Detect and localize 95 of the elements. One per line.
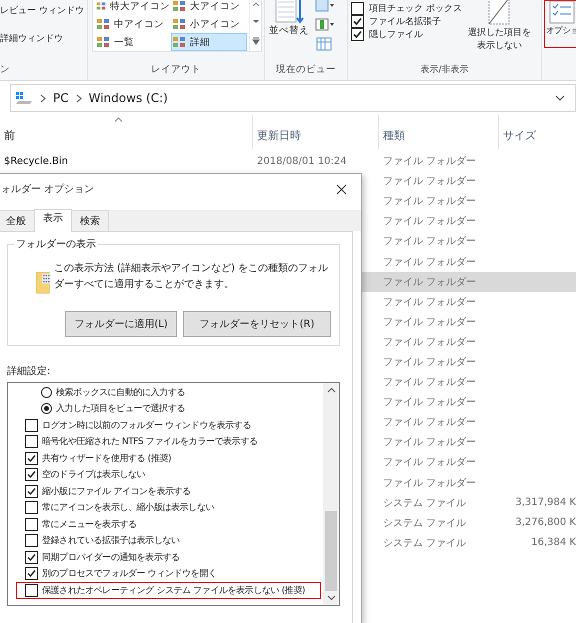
table-cell: $Recycle.Bin bbox=[4, 156, 68, 167]
setting-item[interactable]: 登録されている拡張子は表示しない bbox=[10, 532, 321, 549]
table-cell: ファイル フォルダー bbox=[383, 336, 476, 348]
checkbox[interactable] bbox=[351, 15, 364, 28]
section-label: 詳細設定: bbox=[7, 364, 52, 378]
checkbox[interactable] bbox=[25, 484, 38, 498]
breadcrumb[interactable]: PC bbox=[53, 91, 69, 105]
layout-option[interactable]: 一覧 bbox=[95, 33, 171, 51]
column-header[interactable]: 前 bbox=[0, 115, 253, 149]
ribbon-checkbox[interactable]: ファイル名拡張子 bbox=[351, 15, 462, 28]
setting-item[interactable]: 同期プロバイダーの通知を表示する bbox=[10, 549, 321, 566]
checkbox[interactable] bbox=[25, 435, 38, 448]
ribbon-checkbox[interactable]: 項目チェック ボックス bbox=[351, 2, 462, 15]
tab[interactable]: 検索 bbox=[71, 210, 109, 231]
table-cell: ファイル フォルダー bbox=[383, 156, 476, 168]
table-cell: ファイル フォルダー bbox=[383, 276, 476, 288]
layout-option[interactable]: 特大アイコン bbox=[95, 0, 171, 15]
table-cell: 3,317,984 K bbox=[515, 497, 576, 508]
checkbox[interactable] bbox=[25, 534, 38, 548]
scroll-up-icon[interactable] bbox=[252, 1, 260, 7]
setting-item[interactable]: 常にアイコンを表示し、縮小版は表示しない bbox=[10, 500, 321, 516]
layout-option[interactable]: 詳細 bbox=[171, 33, 247, 51]
view-icon bbox=[96, 18, 110, 30]
table-cell: システム ファイル bbox=[383, 518, 466, 529]
layout-option[interactable]: 大アイコン bbox=[171, 0, 247, 15]
dropdown-icon[interactable] bbox=[555, 95, 565, 101]
setting-item[interactable]: 常にメニューを表示する bbox=[10, 516, 321, 532]
dialog-button[interactable]: フォルダーに適用(L) bbox=[65, 311, 177, 337]
setting-item[interactable]: 検索ボックスに自動的に入力する bbox=[10, 384, 321, 400]
setting-item[interactable]: 暗号化や圧縮された NTFS ファイルをカラーで表示する bbox=[10, 434, 321, 450]
pc-icon bbox=[15, 91, 33, 105]
table-cell: ファイル フォルダー bbox=[383, 196, 476, 208]
scroll-up-icon[interactable] bbox=[326, 387, 336, 393]
scroll-down-icon[interactable] bbox=[326, 595, 336, 601]
setting-item[interactable]: 縮小版にファイル アイコンを表示する bbox=[10, 483, 321, 500]
window-title: ォルダー オプション bbox=[1, 182, 94, 196]
chevron-right-icon bbox=[40, 94, 46, 102]
close-icon[interactable] bbox=[336, 184, 347, 194]
setting-item[interactable]: 別のプロセスでフォルダー ウィンドウを開く bbox=[10, 566, 321, 582]
checkbox[interactable] bbox=[25, 567, 38, 580]
pane-option[interactable]: レビュー ウィンドウ bbox=[0, 4, 84, 18]
checkbox[interactable] bbox=[25, 418, 38, 432]
scrollbar[interactable] bbox=[323, 383, 339, 605]
checkbox[interactable] bbox=[25, 584, 38, 597]
table-cell: システム ファイル bbox=[383, 538, 466, 549]
pane-option[interactable]: 詳細ウィンドウ bbox=[0, 32, 63, 46]
column-header[interactable]: 更新日時 bbox=[253, 115, 379, 149]
checkbox[interactable] bbox=[351, 2, 364, 15]
checkbox[interactable] bbox=[25, 550, 38, 564]
view-icon bbox=[172, 18, 186, 30]
ribbon-checkbox[interactable]: 隠しファイル bbox=[351, 28, 462, 41]
setting-item[interactable]: ログオン時に以前のフォルダー ウィンドウを表示する bbox=[10, 417, 321, 434]
more-icon[interactable] bbox=[252, 37, 260, 45]
scroll-down-icon[interactable] bbox=[252, 19, 260, 25]
setting-item[interactable]: 入力した項目をビューで選択する bbox=[10, 400, 321, 417]
dialog-button[interactable]: フォルダーをリセット(R) bbox=[183, 311, 331, 337]
view-icon bbox=[172, 36, 186, 48]
view-icon bbox=[96, 0, 106, 12]
table-cell: ファイル フォルダー bbox=[383, 296, 476, 308]
radio-button[interactable] bbox=[41, 386, 52, 398]
setting-item[interactable]: 空のドライブは表示しない bbox=[10, 466, 321, 483]
checkbox[interactable] bbox=[25, 452, 38, 465]
group-title: フォルダーの表示 bbox=[14, 237, 98, 251]
layout-option[interactable]: 小アイコン bbox=[171, 15, 247, 33]
chevron-right-icon bbox=[76, 94, 82, 102]
layout-option[interactable]: 中アイコン bbox=[95, 15, 171, 33]
table-cell: 2018/08/01 10:24 bbox=[257, 156, 347, 167]
column-header[interactable]: サイズ bbox=[499, 115, 576, 149]
group-label: 表示/非表示 bbox=[419, 64, 470, 77]
group-label: ン bbox=[0, 63, 11, 77]
checkbox[interactable] bbox=[25, 501, 38, 514]
table-cell: 16,384 K bbox=[531, 537, 576, 548]
sort-ascending-icon bbox=[114, 117, 122, 122]
setting-item[interactable]: 共有ウィザードを使用する (推奨) bbox=[10, 450, 321, 466]
checkbox[interactable] bbox=[351, 28, 364, 41]
group-by-icon[interactable] bbox=[315, 0, 335, 14]
group-label: 現在のビュー bbox=[275, 63, 337, 77]
view-icon bbox=[96, 36, 110, 48]
file-row[interactable]: $Recycle.Bin 2018/08/01 10:24 ファイル フォルダー bbox=[0, 151, 576, 172]
description-text: この表示方法 (詳細表示やアイコンなど) をこの種類のフォルダーすべてに適用することができます。 bbox=[54, 262, 330, 292]
table-cell: システム ファイル bbox=[383, 498, 466, 509]
checkbox[interactable] bbox=[25, 468, 38, 482]
column-header[interactable]: 種類 bbox=[379, 115, 499, 149]
radio-button[interactable] bbox=[41, 403, 52, 414]
tab[interactable]: 表示 bbox=[34, 209, 72, 232]
address-bar[interactable]: PC Windows (C:) bbox=[10, 84, 576, 112]
view-icon bbox=[172, 0, 186, 12]
checkbox[interactable] bbox=[25, 518, 38, 531]
columns-icon[interactable] bbox=[315, 17, 335, 33]
table-cell: 3,276,800 K bbox=[515, 517, 576, 528]
group-label: レイアウト bbox=[150, 63, 202, 77]
hide-selected-button[interactable]: 選択した項目を 表示しない bbox=[468, 0, 531, 63]
sort-button[interactable]: 並べ替え bbox=[269, 0, 309, 63]
setting-item[interactable]: 保護されたオペレーティング システム ファイルを表示しない (推奨) bbox=[16, 582, 321, 598]
breadcrumb[interactable]: Windows (C:) bbox=[88, 91, 168, 105]
